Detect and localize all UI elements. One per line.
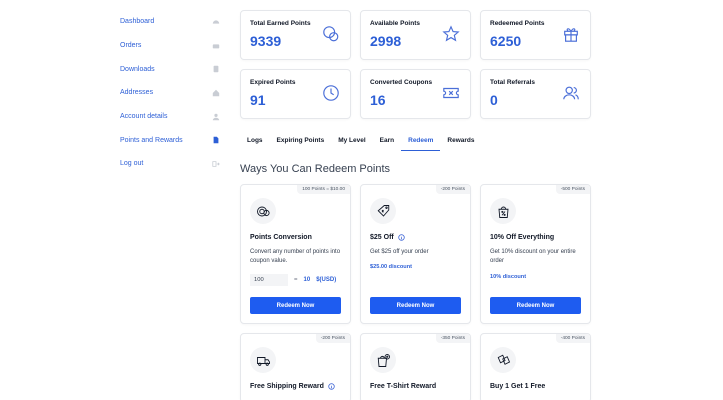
- points-badge: -500 Points: [555, 185, 590, 194]
- card-title-text: Free Shipping Reward: [250, 383, 324, 390]
- sidebar-item-label: Downloads: [120, 65, 155, 73]
- card-title-text: 10% Off Everything: [490, 234, 555, 241]
- tab-redeem[interactable]: Redeem: [401, 132, 441, 151]
- card-title: Points Conversion: [250, 234, 341, 241]
- user-icon: [212, 113, 220, 121]
- stat-card-redeemed: Redeemed Points 6250: [480, 10, 591, 60]
- sidebar-item-addresses[interactable]: Addresses: [120, 81, 220, 105]
- sidebar-item-label: Orders: [120, 42, 142, 50]
- sidebar-item-label: Addresses: [120, 89, 154, 97]
- shopping-bag-percent-icon: [490, 198, 516, 224]
- card-title: Buy 1 Get 1 Free: [490, 383, 581, 390]
- stat-card-total-earned: Total Earned Points 9339: [240, 10, 351, 60]
- coins-icon: [322, 25, 340, 43]
- card-points-conversion: 100 Points = $10.00 Points Conversion Co…: [240, 184, 351, 324]
- points-badge: -200 Points: [315, 334, 350, 343]
- card-title-text: $25 Off: [370, 234, 394, 241]
- dashboard-icon: [212, 18, 220, 26]
- card-buy-1-get-1: -400 Points Buy 1 Get 1 Free: [480, 333, 591, 400]
- converted-value: 10: [303, 276, 311, 283]
- tab-rewards[interactable]: Rewards: [440, 132, 481, 151]
- sidebar-item-orders[interactable]: Orders: [120, 34, 220, 58]
- stat-card-total-referrals: Total Referrals 0: [480, 69, 591, 119]
- sidebar-item-label: Log out: [120, 160, 144, 168]
- points-badge: -400 Points: [555, 334, 590, 343]
- card-free-shipping: -200 Points Free Shipping Reward: [240, 333, 351, 400]
- card-title: Free T-Shirt Reward: [370, 383, 461, 390]
- stat-card-available: Available Points 2998: [360, 10, 471, 60]
- price-tag-icon: [370, 198, 396, 224]
- account-sidebar: Dashboard Orders Downloads Addresses Acc…: [120, 10, 220, 176]
- sidebar-item-log-out[interactable]: Log out: [120, 152, 220, 176]
- card-description: Get 10% discount on your entire order: [490, 249, 576, 265]
- info-icon[interactable]: [328, 383, 335, 390]
- coins-exchange-icon: [250, 198, 276, 224]
- card-title-text: Buy 1 Get 1 Free: [490, 383, 546, 390]
- tab-logs[interactable]: Logs: [240, 132, 270, 151]
- stats-grid: Total Earned Points 9339 Available Point…: [240, 10, 591, 119]
- gift-icon: [562, 25, 580, 43]
- sidebar-item-dashboard[interactable]: Dashboard: [120, 10, 220, 34]
- tab-expiring-points[interactable]: Expiring Points: [270, 132, 332, 151]
- download-icon: [212, 65, 220, 73]
- points-badge: -350 Points: [435, 334, 470, 343]
- users-icon: [562, 84, 580, 102]
- points-badge: 100 Points = $10.00: [297, 185, 350, 194]
- points-badge: -200 Points: [435, 185, 470, 194]
- card-10-off-everything: -500 Points 10% Off Everything Get 10% d…: [480, 184, 591, 324]
- tags-icon: [490, 347, 516, 373]
- stat-card-converted-coupons: Converted Coupons 16: [360, 69, 471, 119]
- sidebar-item-label: Account details: [120, 113, 168, 121]
- clock-icon: [322, 84, 340, 102]
- sidebar-item-label: Points and Rewards: [120, 136, 183, 144]
- logout-icon: [212, 160, 220, 168]
- redeem-now-button[interactable]: Redeem Now: [490, 297, 581, 314]
- stat-card-expired: Expired Points 91: [240, 69, 351, 119]
- ticket-icon: [442, 84, 460, 102]
- discount-label: 10% discount: [490, 273, 527, 280]
- points-input[interactable]: [250, 273, 288, 286]
- card-title: Free Shipping Reward: [250, 383, 341, 390]
- card-title-text: Free T-Shirt Reward: [370, 383, 437, 390]
- tab-my-level[interactable]: My Level: [331, 132, 372, 151]
- card-title: $25 Off: [370, 234, 461, 241]
- equals-sign: =: [294, 276, 298, 283]
- currency-unit: $(USD): [316, 276, 337, 283]
- sidebar-item-points-and-rewards[interactable]: Points and Rewards: [120, 128, 220, 152]
- card-description: Convert any number of points into coupon…: [250, 249, 341, 265]
- card-title: 10% Off Everything: [490, 234, 581, 241]
- conversion-row: = 10 $(USD): [250, 273, 341, 286]
- star-icon: [442, 25, 460, 43]
- discount-label: $25.00 discount: [370, 264, 412, 271]
- card-title-text: Points Conversion: [250, 234, 312, 241]
- shopping-bag-plus-icon: [370, 347, 396, 373]
- orders-icon: [212, 42, 220, 50]
- sidebar-item-downloads[interactable]: Downloads: [120, 57, 220, 81]
- redeem-now-button[interactable]: Redeem Now: [250, 297, 341, 314]
- info-icon[interactable]: [398, 234, 405, 241]
- home-icon: [212, 89, 220, 97]
- delivery-truck-icon: [250, 347, 276, 373]
- tab-earn[interactable]: Earn: [373, 132, 401, 151]
- sidebar-item-label: Dashboard: [120, 18, 155, 26]
- section-title: Ways You Can Redeem Points: [240, 163, 391, 175]
- document-icon: [212, 136, 220, 144]
- sidebar-item-account-details[interactable]: Account details: [120, 105, 220, 129]
- redeem-now-button[interactable]: Redeem Now: [370, 297, 461, 314]
- card-description: Get $25 off your order: [370, 249, 429, 255]
- redeem-cards-grid: 100 Points = $10.00 Points Conversion Co…: [240, 184, 591, 400]
- card-25-off: -200 Points $25 Off Get $25 off your ord…: [360, 184, 471, 324]
- card-free-tshirt: -350 Points Free T-Shirt Reward: [360, 333, 471, 400]
- points-tabs: Logs Expiring Points My Level Earn Redee…: [240, 132, 482, 151]
